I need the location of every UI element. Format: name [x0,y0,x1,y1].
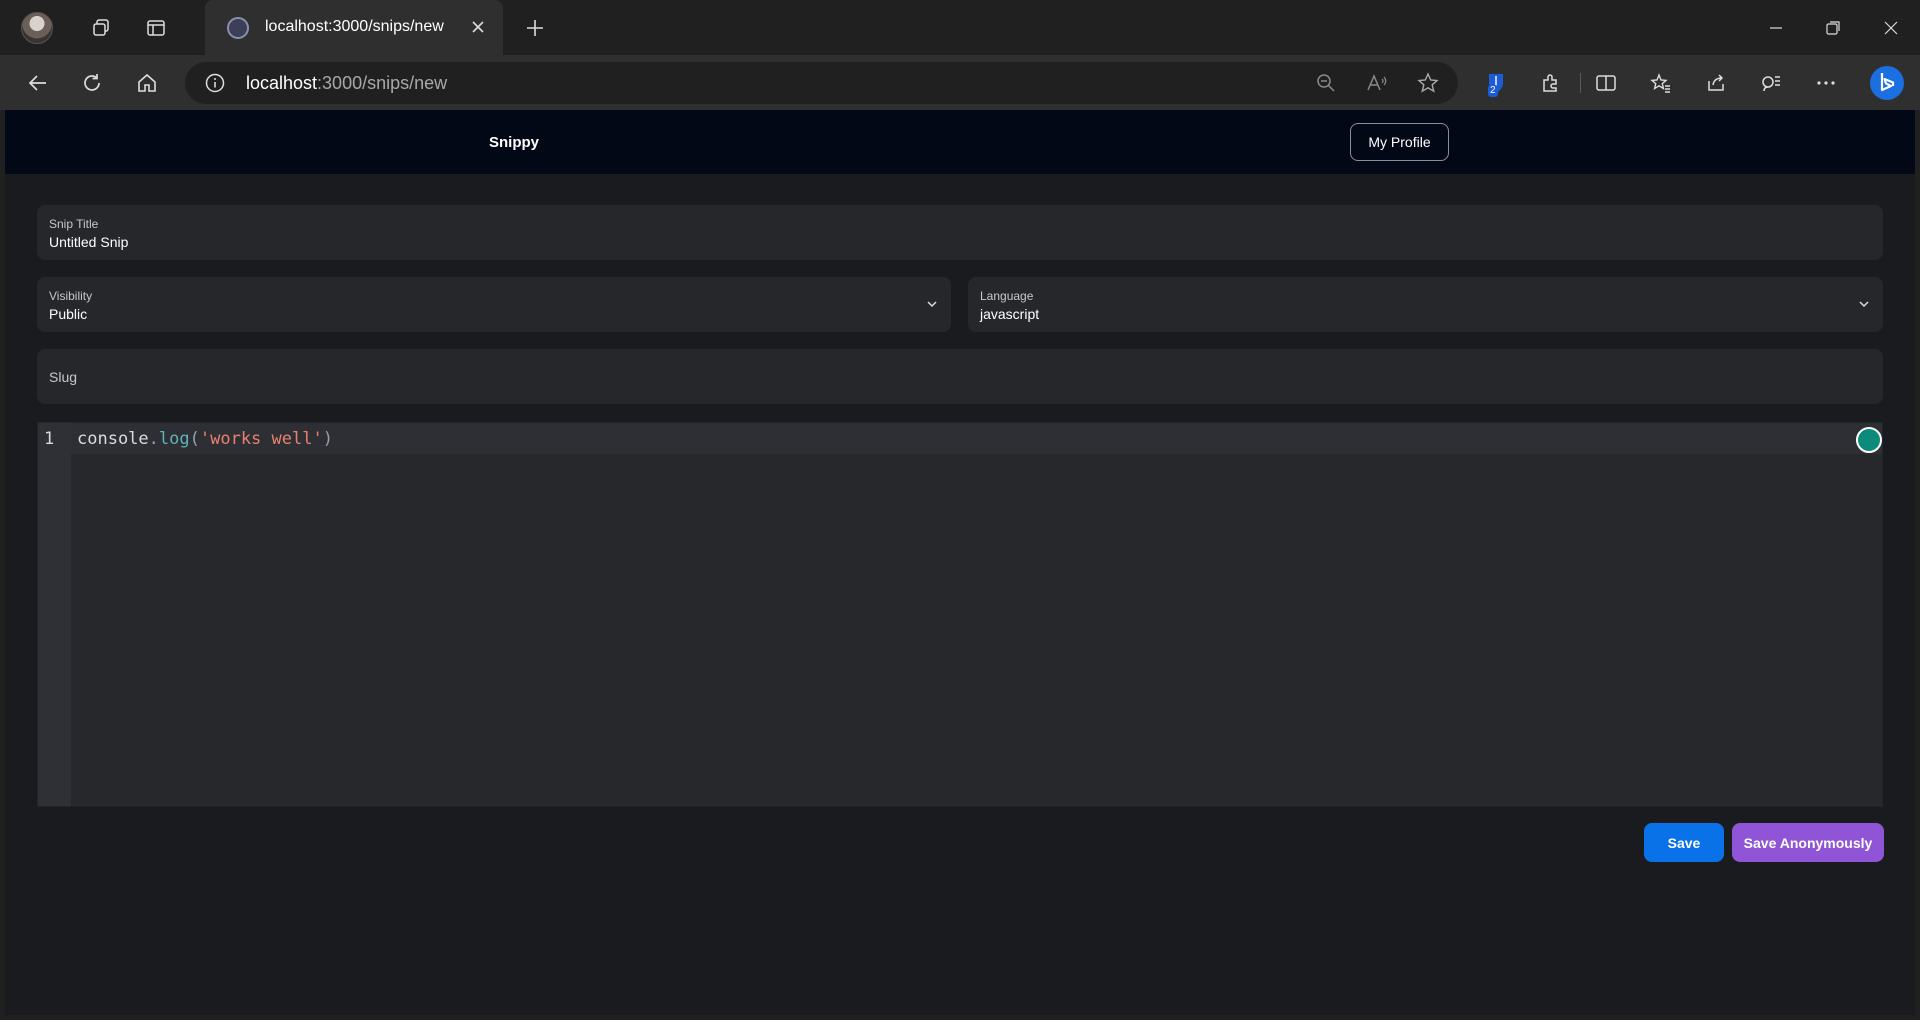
chevron-down-icon [927,301,937,308]
save-button[interactable]: Save [1644,823,1724,862]
extension-badge: 2 [1488,85,1498,97]
restore-icon[interactable] [1805,8,1861,48]
favorites-icon[interactable] [1641,63,1681,103]
tab-actions-icon[interactable] [136,8,176,48]
active-line-highlight [71,423,1882,454]
profile-avatar[interactable] [21,12,53,44]
refresh-icon[interactable] [72,63,112,103]
back-icon[interactable] [18,63,58,103]
slug-placeholder: Slug [49,369,78,385]
address-bar[interactable]: localhost:3000/snips/new [185,62,1458,104]
bing-copilot-icon[interactable] [1867,63,1907,103]
close-tab-icon[interactable] [463,12,493,42]
tab-title: localhost:3000/snips/new [265,18,444,35]
share-icon[interactable] [1696,63,1736,103]
toolbar-divider [1580,73,1581,93]
browser-tab-strip: localhost:3000/snips/new [0,0,1920,55]
code-editor[interactable]: 1 console.log('works well') [37,422,1883,807]
browser-toolbar: localhost:3000/snips/new 2 [0,55,1920,110]
app-header: Snippy My Profile [5,110,1915,174]
favorite-star-icon[interactable] [1416,71,1440,95]
grammar-assistant-icon[interactable] [1856,427,1882,453]
tab-active[interactable]: localhost:3000/snips/new [205,0,503,55]
zoom-out-icon[interactable] [1314,71,1338,95]
visibility-select[interactable]: Visibility Public [37,277,951,332]
code-line[interactable]: console.log('works well') [77,429,333,449]
language-label: Language [980,289,1034,303]
language-value: javascript [980,306,1040,322]
brand-title[interactable]: Snippy [489,134,539,151]
workspaces-icon[interactable] [82,8,122,48]
save-anonymously-button[interactable]: Save Anonymously [1732,823,1884,862]
more-options-icon[interactable] [1806,63,1846,103]
minimize-icon[interactable] [1748,8,1804,48]
slug-input[interactable]: Slug [37,349,1883,404]
visibility-value: Public [49,306,88,322]
extensions-puzzle-icon[interactable] [1531,63,1571,103]
snip-title-input[interactable]: Untitled Snip [49,234,128,250]
language-select[interactable]: Language javascript [968,277,1883,332]
site-info-icon[interactable] [205,73,225,93]
new-tab-icon[interactable] [515,8,555,48]
bitwarden-extension-icon[interactable]: 2 [1476,63,1516,103]
home-icon[interactable] [127,63,167,103]
line-number: 1 [44,429,55,449]
snip-title-field[interactable]: Snip Title Untitled Snip [37,205,1883,260]
editor-gutter [38,423,71,806]
read-aloud-icon[interactable] [1365,71,1389,95]
chevron-down-icon [1859,301,1869,308]
page-content: Snippy My Profile Snip Title Untitled Sn… [5,110,1915,1015]
visibility-label: Visibility [49,289,93,303]
snip-title-label: Snip Title [49,217,99,231]
site-favicon-icon [227,17,249,39]
browser-essentials-icon[interactable] [1751,63,1791,103]
close-window-icon[interactable] [1863,8,1919,48]
url-text[interactable]: localhost:3000/snips/new [246,73,447,94]
my-profile-button[interactable]: My Profile [1350,123,1449,161]
split-screen-icon[interactable] [1586,63,1626,103]
